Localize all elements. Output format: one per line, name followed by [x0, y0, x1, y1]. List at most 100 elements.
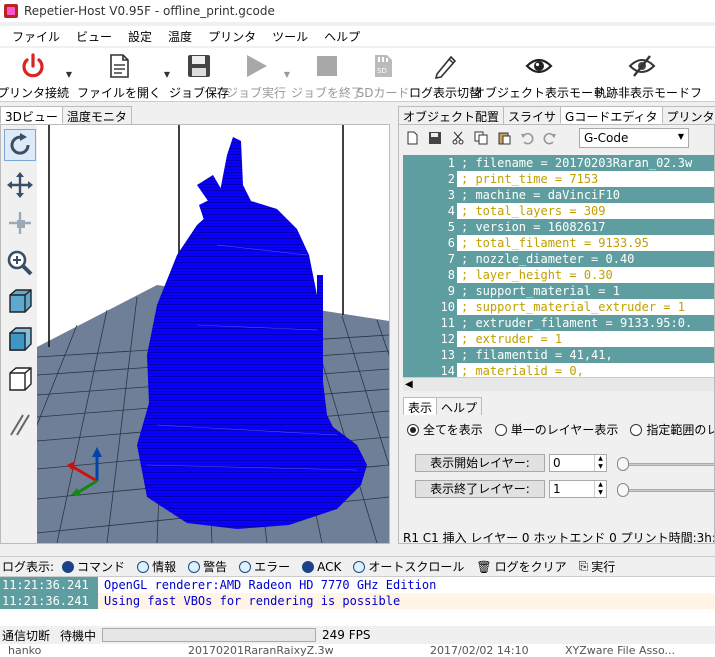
code-line[interactable]: 8; layer_height = 0.30 [403, 267, 714, 283]
gcode-text-area[interactable]: 1; filename = 20170203Raran_02.3w 2; prin… [403, 155, 714, 377]
undo-icon[interactable] [518, 129, 536, 147]
menu-help[interactable]: ヘルプ [316, 28, 368, 45]
move-view-button[interactable] [4, 169, 36, 201]
copy-icon[interactable] [472, 129, 490, 147]
move-object-button[interactable] [4, 207, 36, 239]
line-number: 14 [403, 363, 457, 377]
redo-icon[interactable] [541, 129, 559, 147]
hide-travel-mode-button[interactable]: 軌跡非表示モード [594, 48, 690, 102]
menu-tools[interactable]: ツール [264, 28, 316, 45]
single-layer-radio[interactable]: 単一のレイヤー表示 [494, 421, 618, 438]
log-autoscroll[interactable]: オートスクロール [353, 558, 464, 575]
toggle-ball-icon [353, 560, 366, 573]
isometric-view-button[interactable] [4, 285, 36, 317]
tab-display[interactable]: 表示 [403, 397, 438, 415]
menu-printer[interactable]: プリンタ [200, 28, 264, 45]
save-job-button[interactable]: ジョブ保存 [169, 48, 229, 102]
log-output[interactable]: 11:21:36.241 OpenGL renderer:AMD Radeon H… [0, 576, 715, 626]
code-line[interactable]: 7; nozzle_diameter = 0.40 [403, 251, 714, 267]
code-line[interactable]: 3; machine = daVinciF10 [403, 187, 714, 203]
spinner-arrows-icon[interactable]: ▲ ▼ [594, 481, 606, 497]
code-line[interactable]: 13; filamentid = 41,41, [403, 347, 714, 363]
tab-slicer[interactable]: スライサ [503, 106, 562, 124]
rotate-view-button[interactable] [4, 129, 36, 161]
start-layer-slider[interactable] [617, 455, 714, 473]
code-line[interactable]: 14; materialid = 0, [403, 363, 714, 377]
eye-icon [525, 58, 553, 74]
scroll-left-icon[interactable]: ◀ [405, 379, 413, 390]
tab-printer-control[interactable]: プリンタ操作 [661, 106, 715, 124]
editor-mode-select[interactable]: G-Code ▼ [579, 128, 689, 148]
run-command-button[interactable]: ⎘ 実行 [579, 558, 616, 575]
connect-dropdown-icon[interactable]: ▼ [66, 70, 72, 79]
menu-view[interactable]: ビュー [68, 28, 120, 45]
cut-icon[interactable] [449, 129, 467, 147]
log-filter-warnings[interactable]: 警告 [188, 558, 227, 575]
slider-thumb[interactable] [617, 457, 629, 471]
code-line[interactable]: 6; total_filament = 9133.95 [403, 235, 714, 251]
show-all-radio[interactable]: 全てを表示 [407, 421, 483, 438]
slice-view-button[interactable] [4, 409, 36, 441]
toggle-log-button[interactable]: ログ表示切替 [408, 48, 482, 102]
code-line[interactable]: 1; filename = 20170203Raran_02.3w [403, 155, 714, 171]
layer-range-radio[interactable]: 指定範囲のレイヤ [630, 421, 714, 438]
run-dropdown-icon[interactable]: ▼ [284, 70, 290, 79]
log-message: Using fast VBOs for rendering is possibl… [98, 593, 715, 609]
menu-file[interactable]: ファイル [4, 28, 68, 45]
line-number: 3 [403, 187, 457, 203]
3d-print-preview [37, 125, 389, 543]
right-tabs: オブジェクト配置 スライサ Gコードエディタ プリンタ操作 [398, 106, 715, 124]
save-file-icon[interactable] [426, 129, 444, 147]
open-file-button[interactable]: ファイルを開く ▼ [74, 48, 170, 102]
log-row: 11:21:36.241 Using fast VBOs for renderin… [0, 593, 715, 609]
repetier-host-window: Repetier-Host V0.95F - offline_print.gco… [0, 0, 715, 657]
background-window-strip: hanko 20170201RaranRaixyZ.3w 2017/02/02 … [0, 644, 715, 657]
tab-object-placement[interactable]: オブジェクト配置 [398, 106, 505, 124]
menu-settings[interactable]: 設定 [120, 28, 160, 45]
background-file-name: hanko [8, 644, 42, 657]
code-line[interactable]: 2; print_time = 7153 [403, 171, 714, 187]
tab-gcode-editor[interactable]: Gコードエディタ [560, 106, 663, 124]
spinner-arrows-icon[interactable]: ▲ ▼ [594, 455, 606, 471]
code-line[interactable]: 11; extruder_filament = 9133.95:0. [403, 315, 714, 331]
log-filter-ack[interactable]: ACK [302, 560, 341, 574]
line-text: ; print_time = 7153 [457, 171, 714, 187]
front-view-button[interactable] [4, 323, 36, 355]
play-icon [247, 55, 267, 77]
paste-icon[interactable] [495, 129, 513, 147]
top-view-button[interactable] [4, 363, 36, 395]
log-filter-bar: ログ表示: コマンド 情報 警告 エラー ACK オートスクロール 🗑 ログをクリ… [0, 556, 715, 576]
editor-horizontal-scrollbar[interactable]: ◀ [403, 377, 714, 391]
code-line[interactable]: 9; support_material = 1 [403, 283, 714, 299]
code-line[interactable]: 12; extruder = 1 [403, 331, 714, 347]
log-filter-commands[interactable]: コマンド [62, 558, 125, 575]
code-line[interactable]: 4; total_layers = 309 [403, 203, 714, 219]
end-layer-label: 表示終了レイヤー: [415, 480, 545, 498]
more-toolbar-button[interactable]: フ [690, 48, 702, 102]
end-layer-slider[interactable] [617, 481, 714, 499]
tab-3d-view[interactable]: 3Dビュー [0, 106, 63, 124]
kill-job-button[interactable]: ジョブを終了 [291, 48, 363, 102]
clear-log-button[interactable]: 🗑 ログをクリア [476, 558, 566, 575]
start-layer-spinner[interactable]: 0 ▲ ▼ [549, 454, 607, 472]
eye-hidden-icon [628, 55, 656, 77]
sd-card-button[interactable]: SD SDカード [357, 48, 409, 102]
code-line[interactable]: 5; version = 16082617 [403, 219, 714, 235]
slider-thumb[interactable] [617, 483, 629, 497]
run-job-button[interactable]: ジョブ実行 ▼ [226, 48, 290, 102]
gcode-editor-panel: G-Code ▼ 1; filename = 20170203Raran_02.… [398, 124, 715, 544]
end-layer-spinner[interactable]: 1 ▲ ▼ [549, 480, 607, 498]
line-text: ; extruder = 1 [457, 331, 714, 347]
new-file-icon[interactable] [403, 129, 421, 147]
tab-help[interactable]: ヘルプ [436, 397, 483, 415]
log-filter-info[interactable]: 情報 [137, 558, 176, 575]
more-icon [682, 52, 710, 80]
log-filter-errors[interactable]: エラー [239, 558, 290, 575]
zoom-button[interactable] [4, 247, 36, 279]
connect-button[interactable]: プリンタ接続 ▼ [0, 48, 72, 102]
object-view-mode-button[interactable]: オブジェクト表示モード [473, 48, 605, 102]
menu-temperature[interactable]: 温度 [160, 28, 200, 45]
code-line[interactable]: 10; support_material_extruder = 1 [403, 299, 714, 315]
cube-top-icon [9, 367, 32, 391]
tab-temperature-monitor[interactable]: 温度モニタ [61, 106, 132, 124]
